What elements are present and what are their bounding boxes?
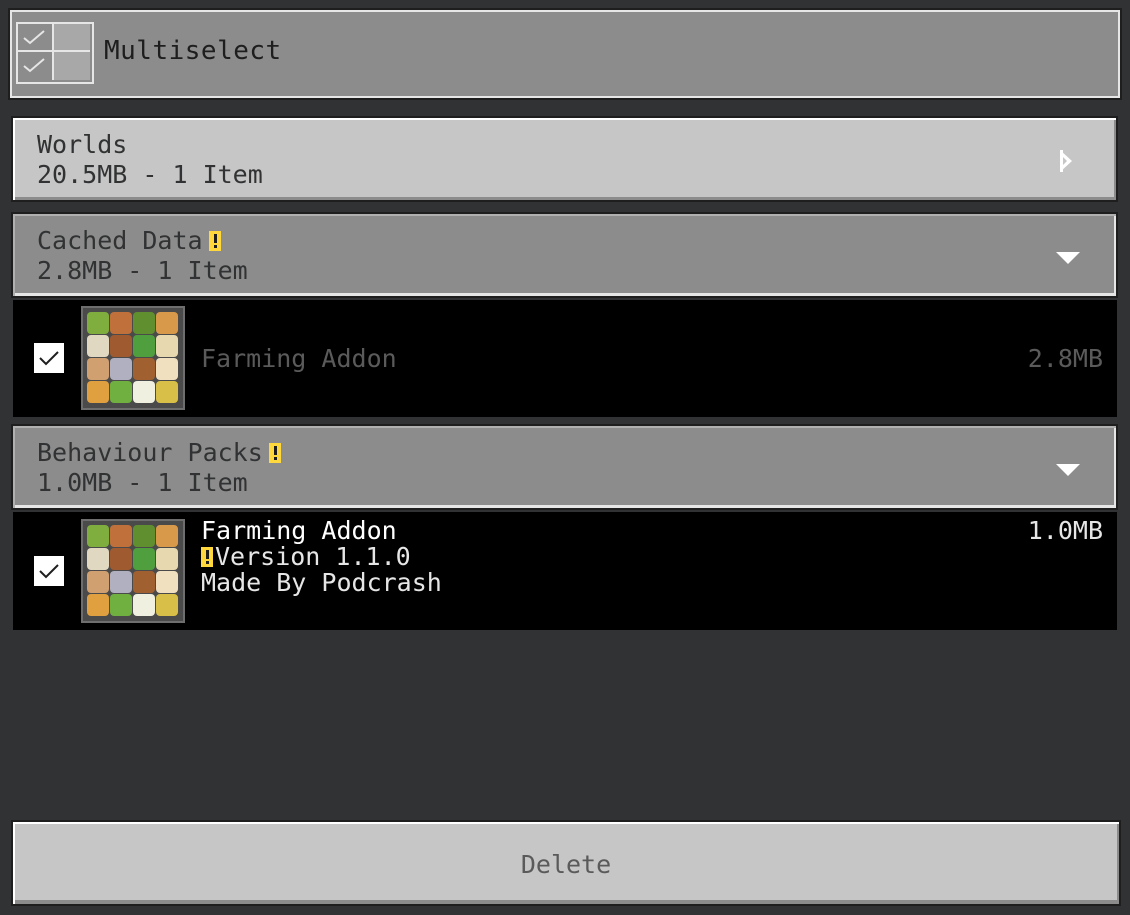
chevron-right-icon (1060, 150, 1072, 172)
checkmark-icon (39, 564, 59, 579)
item-name: Farming Addon (201, 516, 397, 545)
category-title: Worlds (37, 130, 128, 159)
item-size: 1.0MB (1027, 516, 1103, 545)
category-subtitle: 20.5MB - 1 Item (37, 160, 263, 189)
list-item-cached-farming-addon[interactable]: Farming Addon 2.8MB (13, 300, 1117, 417)
item-checkbox[interactable] (34, 556, 64, 586)
item-version: Version 1.1.0 (201, 542, 411, 571)
list-item-behaviour-farming-addon[interactable]: Farming Addon Version 1.1.0 Made By Podc… (13, 512, 1117, 630)
item-size: 2.8MB (1027, 344, 1103, 373)
category-behaviour-packs[interactable]: Behaviour Packs 1.0MB - 1 Item (11, 424, 1118, 510)
category-title: Behaviour Packs (37, 438, 281, 467)
addon-pack-icon (81, 306, 185, 410)
warning-icon (268, 443, 281, 463)
item-author: Made By Podcrash (201, 568, 442, 597)
checkmark-icon (39, 351, 59, 366)
chevron-down-icon (1056, 252, 1080, 264)
delete-button[interactable]: Delete (11, 820, 1121, 906)
warning-icon (201, 547, 213, 567)
category-cached-data[interactable]: Cached Data 2.8MB - 1 Item (11, 212, 1118, 298)
addon-pack-icon (81, 519, 185, 623)
category-title: Cached Data (37, 226, 221, 255)
multiselect-icon (16, 22, 94, 84)
item-name: Farming Addon (201, 344, 397, 373)
category-worlds[interactable]: Worlds 20.5MB - 1 Item (11, 116, 1118, 202)
item-checkbox[interactable] (34, 343, 64, 373)
category-subtitle: 2.8MB - 1 Item (37, 256, 248, 285)
category-subtitle: 1.0MB - 1 Item (37, 468, 248, 497)
warning-icon (208, 231, 221, 251)
chevron-down-icon (1056, 464, 1080, 476)
multiselect-label: Multiselect (104, 36, 282, 66)
delete-button-label: Delete (520, 850, 612, 879)
